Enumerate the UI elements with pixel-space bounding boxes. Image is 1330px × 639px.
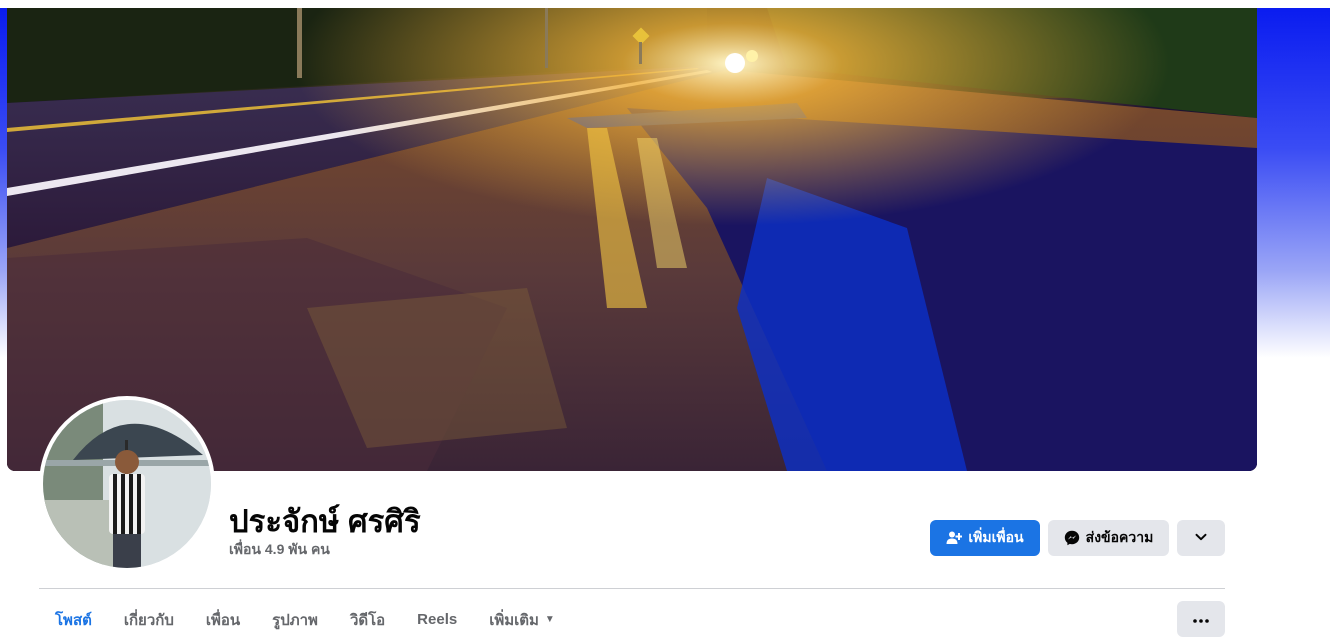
profile-divider <box>39 588 1225 589</box>
profile-page: ประจักษ์ ศรศิริ เพื่อน 4.9 พัน คน เพิ่มเ… <box>0 0 1330 639</box>
tab-posts-label: โพสต์ <box>55 611 92 629</box>
more-options-button[interactable] <box>1177 520 1225 556</box>
tab-friends-label: เพื่อน <box>205 611 241 629</box>
message-button[interactable]: ส่งข้อความ <box>1048 520 1169 556</box>
tabs-overflow-button[interactable] <box>1177 601 1225 637</box>
cover-photo-image <box>7 8 1257 471</box>
tab-more[interactable]: เพิ่มเติม ▼ <box>473 600 571 639</box>
chevron-down-icon <box>1194 530 1208 547</box>
messenger-icon <box>1064 530 1080 546</box>
message-label: ส่งข้อความ <box>1085 529 1154 545</box>
tab-reels-label: Reels <box>417 611 458 628</box>
add-friend-button[interactable]: เพิ่มเพื่อน <box>930 520 1040 556</box>
profile-tabs: โพสต์ เกี่ยวกับ เพื่อน รูปภาพ วิดีโอ Ree… <box>39 600 571 639</box>
friends-count[interactable]: เพื่อน 4.9 พัน คน <box>229 539 330 561</box>
tab-photos[interactable]: รูปภาพ <box>256 600 334 639</box>
add-friend-label: เพิ่มเพื่อน <box>968 529 1024 545</box>
tab-reels[interactable]: Reels <box>401 600 473 639</box>
tab-friends[interactable]: เพื่อน <box>190 600 256 639</box>
tab-posts[interactable]: โพสต์ <box>39 600 108 639</box>
avatar <box>43 400 211 568</box>
caret-down-icon: ▼ <box>544 614 555 625</box>
tab-photos-label: รูปภาพ <box>272 611 318 629</box>
tab-videos-label: วิดีโอ <box>349 611 386 629</box>
tab-about[interactable]: เกี่ยวกับ <box>108 600 190 639</box>
friends-unit: คน <box>310 541 330 557</box>
add-person-icon <box>946 530 963 546</box>
cover-photo[interactable] <box>7 8 1257 471</box>
avatar-image <box>43 400 211 568</box>
tab-videos[interactable]: วิดีโอ <box>334 600 401 639</box>
tab-more-label: เพิ่มเติม <box>489 611 539 629</box>
tab-about-label: เกี่ยวกับ <box>123 611 174 629</box>
friends-number: 4.9 พัน <box>264 541 308 557</box>
ellipsis-icon <box>1193 610 1209 628</box>
profile-picture[interactable] <box>39 396 215 572</box>
friends-label: เพื่อน <box>229 541 261 557</box>
